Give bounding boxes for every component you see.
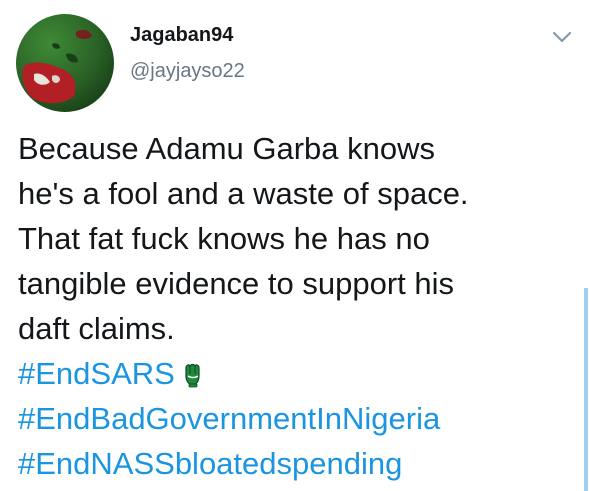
display-name[interactable]: Jagaban94 (130, 24, 233, 47)
tweet-text-line: he's a fool and a waste of space. (18, 176, 469, 211)
hashtag-line: #EndSARS (18, 351, 563, 396)
chevron-down-icon[interactable] (551, 29, 573, 45)
scrollbar[interactable] (584, 288, 588, 491)
avatar-image (16, 14, 114, 112)
hashtag-endbadgovernmentinnigeria[interactable]: #EndBadGovernmentInNigeria (18, 401, 440, 436)
hashtag-endsars[interactable]: #EndSARS (18, 356, 175, 391)
raised-fist-emoji-icon (183, 355, 203, 388)
user-handle[interactable]: @jayjayso22 (130, 60, 245, 83)
tweet-text: Because Adamu Garba knows he's a fool an… (18, 126, 563, 486)
tweet-text-line: That fat fuck knows he has no (18, 221, 430, 256)
hashtag-line: #EndBadGovernmentInNigeria (18, 396, 563, 441)
tweet-card: Jagaban94 @jayjayso22 Because Adamu Garb… (0, 0, 590, 491)
tweet-text-line: Because Adamu Garba knows (18, 131, 436, 166)
avatar[interactable] (16, 14, 114, 112)
hashtag-line: #EndNASSbloatedspending (18, 441, 563, 486)
hashtag-endnassbloatedspending[interactable]: #EndNASSbloatedspending (18, 446, 402, 481)
tweet-text-line: daft claims. (18, 311, 175, 346)
tweet-text-line: tangible evidence to support his (18, 266, 455, 301)
